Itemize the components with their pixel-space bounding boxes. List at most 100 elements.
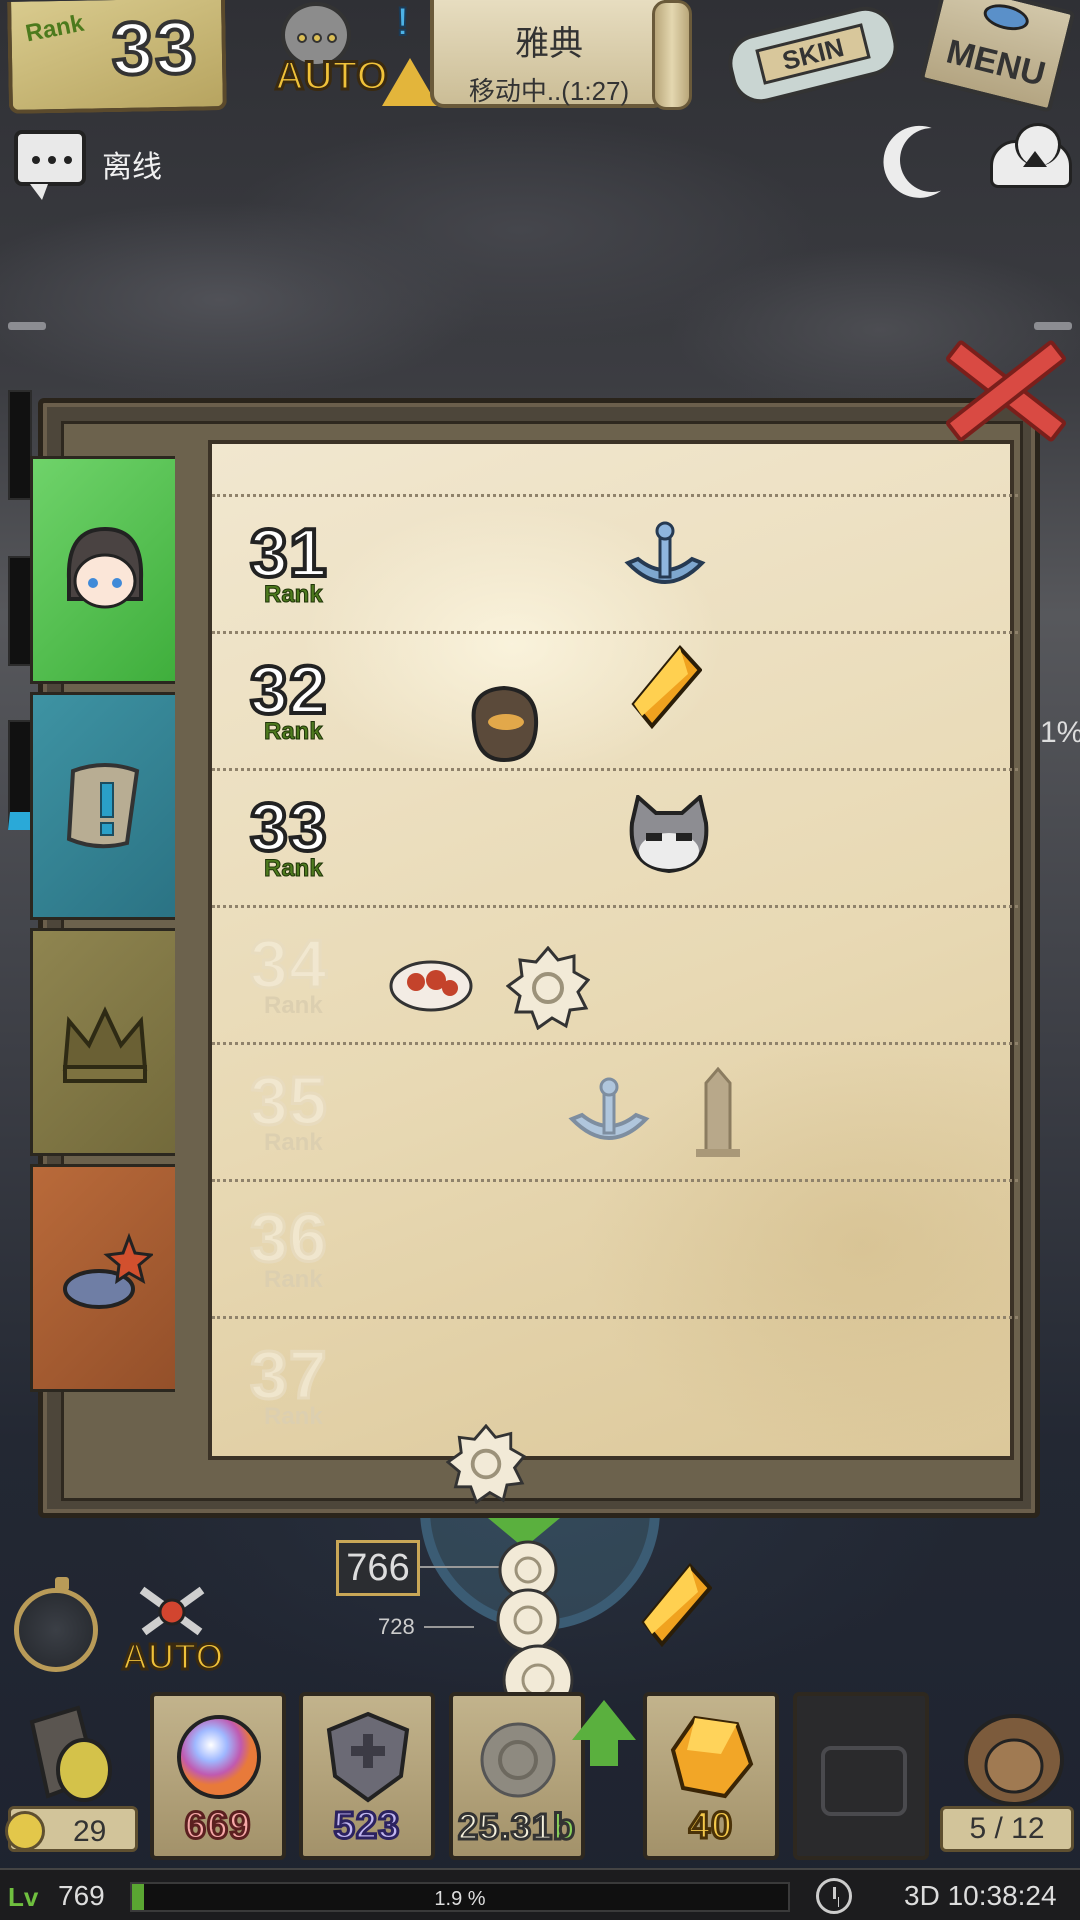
row-rank-number: 34 <box>249 926 329 1002</box>
crown-icon <box>62 1006 148 1083</box>
gold-counter: 29 <box>5 1806 138 1852</box>
shell-count-number: 25.31 <box>456 1805 554 1849</box>
shell-icon <box>446 1424 526 1504</box>
amber-slot[interactable]: 40 <box>643 1692 779 1860</box>
row-rank-label: Rank <box>264 1266 323 1293</box>
row-rank-label: Rank <box>264 1129 323 1156</box>
clock-icon <box>816 1878 852 1914</box>
distance-sub: 728 <box>378 1614 415 1639</box>
ore-icon <box>471 685 539 763</box>
shell-count-suffix: b <box>552 1805 577 1849</box>
rank-badge[interactable]: Rank 33 <box>7 0 227 114</box>
reward-row: 33 Rank <box>212 768 1018 905</box>
row-rank-label: Rank <box>264 718 324 746</box>
row-rank-label: Rank <box>264 992 323 1019</box>
fish-icon <box>980 0 1032 35</box>
distance-counter: 766 <box>336 1540 420 1596</box>
reward-row-locked: 35 Rank <box>212 1042 1018 1179</box>
distance-line <box>424 1626 474 1628</box>
crossed-swords-icon <box>139 1586 205 1636</box>
chat-icon <box>14 130 86 200</box>
auto-battle-button[interactable]: AUTO <box>118 1580 228 1680</box>
shell-icon <box>480 1722 556 1798</box>
amber-gem-icon <box>631 644 702 730</box>
gauge-bar <box>8 720 32 830</box>
travel-status: 移动中..(1:27) <box>468 76 630 106</box>
location-city: 雅典 <box>515 25 583 63</box>
locked-slot[interactable] <box>793 1692 929 1860</box>
tab-character[interactable] <box>30 456 175 684</box>
player-level: 769 <box>58 1880 105 1911</box>
skin-button[interactable]: SKIN <box>718 0 908 110</box>
cat-skin-icon <box>629 795 709 874</box>
lock-icon <box>821 1746 907 1816</box>
row-rank-label: Rank <box>264 581 324 609</box>
holy-shield-icon <box>326 1711 410 1803</box>
auto-sail-button[interactable]: AUTO <box>255 2 389 102</box>
close-button[interactable] <box>930 330 1078 450</box>
exclamation-icon: ! <box>395 0 410 45</box>
fish-starfish-icon <box>63 1232 153 1309</box>
row-rank-number: 32 <box>248 652 329 728</box>
reward-row: 32 Rank <box>212 631 1018 768</box>
shell-slot[interactable]: 25.31b <box>449 1692 585 1860</box>
meat-icon <box>389 960 473 1012</box>
tab-crown[interactable] <box>30 928 175 1156</box>
shield-count: 523 <box>332 1804 401 1849</box>
xp-percent: 1.9 % <box>434 1888 486 1910</box>
status-bar: Lv 769 1.9 % 3D 10:38:24 <box>0 1868 1080 1920</box>
orb-slot[interactable]: 669 <box>150 1692 286 1860</box>
amber-gem-icon <box>641 1562 712 1648</box>
row-rank-number: 36 <box>249 1200 329 1276</box>
hourglass-lamp-button[interactable] <box>14 1700 134 1812</box>
reward-row-locked: 36 Rank <box>212 1179 1018 1316</box>
rank-badge-value: 33 <box>109 4 201 92</box>
play-time: 3D 10:38:24 <box>904 1880 1057 1911</box>
side-handle-right <box>1034 322 1072 330</box>
row-rank-number: 35 <box>249 1063 329 1139</box>
gold-coin-icon <box>5 1811 45 1851</box>
map-scroll-icon[interactable] <box>652 0 692 110</box>
row-rank-label: Rank <box>264 855 324 883</box>
compass-button[interactable] <box>14 1577 98 1672</box>
tab-fish[interactable] <box>30 1164 175 1392</box>
cloud-upload-icon[interactable] <box>990 123 1072 188</box>
reward-row: 31 Rank <box>212 494 1018 631</box>
chat-status: 离线 <box>102 151 162 184</box>
side-percent: 1% <box>1040 716 1080 749</box>
amber-chunk-icon <box>670 1715 754 1799</box>
xp-progress-bar: 1.9 % <box>130 1882 790 1912</box>
auto-battle-label: AUTO <box>120 1635 224 1679</box>
inventory-capacity: 5 / 12 <box>940 1806 1074 1852</box>
tab-quest[interactable] <box>30 692 175 920</box>
character-portrait-icon <box>66 526 144 609</box>
menu-label: MENU <box>942 32 1050 94</box>
upgrade-arrow-stem <box>590 1738 618 1766</box>
row-rank-number: 31 <box>248 515 329 591</box>
gauge-bar <box>8 390 32 500</box>
gauge-bar <box>8 556 32 666</box>
row-rank-number: 37 <box>249 1337 329 1413</box>
gold-value: 29 <box>73 1815 107 1848</box>
orb-count: 669 <box>183 1804 252 1849</box>
obelisk-icon <box>696 1066 740 1157</box>
row-rank-number: 33 <box>248 789 329 865</box>
shield-slot[interactable]: 523 <box>299 1692 435 1860</box>
anchor-icon <box>568 1077 650 1140</box>
inventory-bag-button[interactable] <box>944 1700 1068 1812</box>
amber-count: 40 <box>687 1804 734 1849</box>
reward-list[interactable]: 31 Rank 32 Rank 33 Rank 34 Rank 35 Rank … <box>208 440 1018 1460</box>
level-icon: Lv <box>8 1882 39 1912</box>
anchor-icon <box>624 521 706 584</box>
rank-badge-label: Rank <box>23 9 87 48</box>
row-rank-label: Rank <box>264 1403 323 1430</box>
reward-row-locked: 37 Rank <box>212 1316 1018 1453</box>
location-panel[interactable]: 雅典 移动中..(1:27) <box>430 0 668 108</box>
quest-scroll-icon <box>66 763 140 849</box>
auto-sail-label: AUTO <box>274 53 390 100</box>
rainbow-orb-icon <box>177 1715 261 1799</box>
shell-count: 25.31b <box>453 1805 581 1849</box>
shell-icon <box>506 946 590 1030</box>
upgrade-arrow-icon <box>572 1700 636 1740</box>
reward-row-locked: 34 Rank <box>212 905 1018 1042</box>
